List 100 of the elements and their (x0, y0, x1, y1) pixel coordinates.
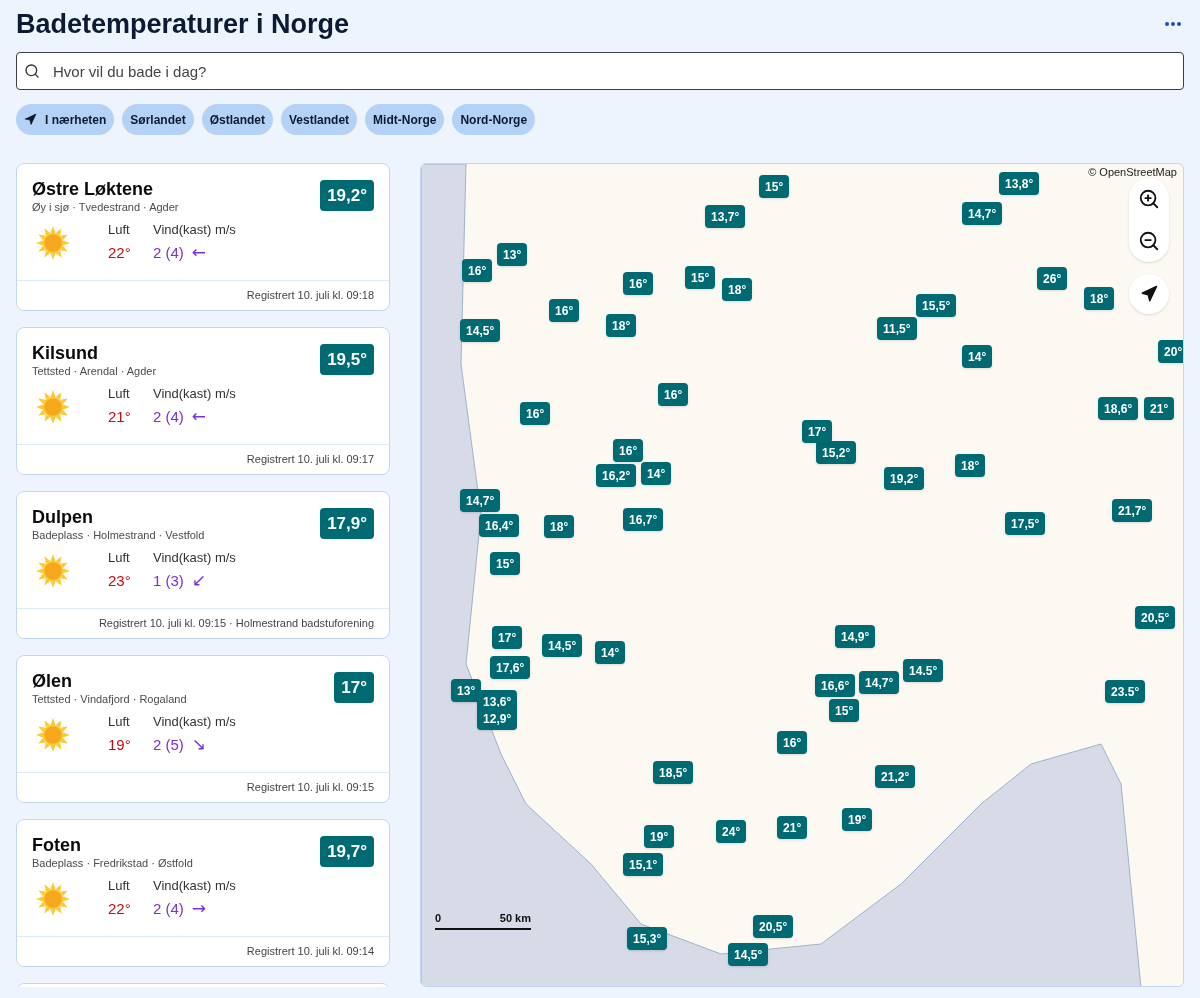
region-chip[interactable]: Midt-Norge (365, 104, 445, 135)
temperature-marker[interactable]: 15° (685, 266, 716, 289)
temperature-marker[interactable]: 18° (1084, 287, 1115, 310)
location-name: Foten (32, 834, 82, 856)
temperature-marker[interactable]: 12,9° (477, 707, 518, 730)
temperature-marker[interactable]: 21,2° (875, 765, 916, 788)
temperature-marker[interactable]: 14.5° (903, 659, 944, 682)
temperature-marker[interactable]: 19° (644, 825, 675, 848)
zoom-in-icon[interactable] (1138, 188, 1160, 210)
temperature-marker[interactable]: 21,7° (1112, 499, 1153, 522)
wind-label: Vind(kast) m/s (153, 385, 236, 403)
wind-arrow: ← (191, 408, 207, 426)
location-arrow-icon (24, 113, 37, 126)
wind-arrow: → (191, 900, 207, 918)
sun-icon (35, 717, 71, 753)
temperature-marker[interactable]: 16° (549, 299, 580, 322)
temperature-marker[interactable]: 14,5° (728, 943, 769, 966)
locate-button[interactable] (1129, 274, 1169, 314)
temperature-marker[interactable]: 13° (497, 243, 528, 266)
temperature-marker[interactable]: 16,7° (623, 508, 664, 531)
location-card[interactable]: Kilsund Tettsted · Arendal · Agder 19,5° Luft 21° Vind(kast) m/s 2 (4) ← Registrert 10. juli kl. 09:17 (16, 327, 391, 475)
temperature-marker[interactable]: 16° (462, 259, 493, 282)
more-options-icon[interactable] (1164, 21, 1182, 27)
temperature-marker[interactable]: 11,5° (877, 317, 917, 340)
temperature-marker[interactable]: 14° (641, 462, 672, 485)
temperature-marker[interactable]: 13° (451, 679, 482, 702)
temperature-marker[interactable]: 15° (829, 699, 860, 722)
temperature-marker[interactable]: 14° (962, 345, 993, 368)
temperature-marker[interactable]: 16° (777, 731, 808, 754)
air-temperature: 19° (108, 734, 132, 755)
water-temperature: 19,7° (320, 836, 375, 867)
search-field[interactable]: Hvor vil du bade i dag? (16, 52, 1184, 90)
temperature-marker[interactable]: 17,5° (1005, 512, 1046, 535)
temperature-marker[interactable]: 21° (777, 816, 808, 839)
location-card[interactable]: Ølen Tettsted · Vindafjord · Rogaland 17° Luft 19° Vind(kast) m/s 2 (5) ↘ Registrert 10. juli kl. 09:15 (16, 655, 391, 803)
temperature-marker[interactable]: 14,5° (542, 634, 583, 657)
air-temperature: 21° (108, 406, 132, 427)
region-chip[interactable]: Sørlandet (122, 104, 194, 135)
region-chip[interactable]: Nord-Norge (452, 104, 536, 135)
temperature-marker[interactable]: 13,8° (999, 172, 1040, 195)
temperature-marker[interactable]: 14,5° (460, 319, 501, 342)
temperature-marker[interactable]: 19,2° (884, 467, 925, 490)
temperature-marker[interactable]: 17° (492, 626, 523, 649)
location-name: Kilsund (32, 342, 99, 364)
temperature-marker[interactable]: 26° (1037, 267, 1068, 290)
region-chip[interactable]: Østlandet (201, 104, 274, 135)
map-attribution[interactable]: © OpenStreetMap (1086, 164, 1179, 181)
location-card[interactable]: Foten Badeplass · Fredrikstad · Østfold 19,7° Luft 22° Vind(kast) m/s 2 (4) → Registrert 10. juli kl. 09:14 (16, 819, 391, 967)
wind-speed: 2 (5) (153, 734, 184, 755)
location-card[interactable]: Østre Løktene Øy i sjø · Tvedestrand · Agder 19,2° Luft 22° Vind(kast) m/s 2 (4) ← Registrert 10. juli kl. 09:18 (16, 163, 391, 311)
wind-speed: 2 (4) (153, 898, 184, 919)
temperature-marker[interactable]: 16,4° (479, 514, 520, 537)
temperature-marker[interactable]: 20,5° (1135, 606, 1176, 629)
temperature-marker[interactable]: 16,6° (815, 674, 856, 697)
temperature-marker[interactable]: 23.5° (1105, 680, 1146, 703)
temperature-marker[interactable]: 18° (722, 278, 753, 301)
wind-arrow: ← (191, 244, 207, 262)
page-title: Badetemperaturer i Norge (16, 7, 350, 41)
temperature-marker[interactable]: 14,7° (460, 489, 501, 512)
temperature-marker[interactable]: 14,7° (962, 202, 1003, 225)
temperature-marker[interactable]: 16,2° (596, 464, 637, 487)
wind-speed: 2 (4) (153, 242, 184, 263)
wind-label: Vind(kast) m/s (153, 713, 236, 731)
temperature-marker[interactable]: 24° (716, 820, 747, 843)
map-background[interactable] (420, 163, 1184, 987)
temperature-marker[interactable]: 15° (490, 552, 521, 575)
water-temperature: 19,5° (320, 344, 375, 375)
temperature-marker[interactable]: 14,7° (859, 671, 900, 694)
temperature-marker[interactable]: 20° (1158, 340, 1183, 363)
location-card[interactable]: Dulpen Badeplass · Holmestrand · Vestfold 17,9° Luft 23° Vind(kast) m/s 1 (3) ↙ Registrert 10. juli kl. 09:15 · Holmestrand badstuforening (16, 491, 391, 639)
region-chip[interactable]: Vestlandet (281, 104, 358, 135)
temperature-marker[interactable]: 15,1° (623, 853, 664, 876)
temperature-marker[interactable]: 15,5° (916, 294, 957, 317)
location-arrow-icon (1140, 285, 1158, 303)
wind-arrow: ↙ (191, 572, 207, 590)
zoom-out-icon[interactable] (1138, 230, 1160, 252)
temperature-marker[interactable]: 18,6° (1098, 397, 1139, 420)
temperature-marker[interactable]: 21° (1144, 397, 1175, 420)
temperature-marker[interactable]: 15° (759, 175, 790, 198)
temperature-marker[interactable]: 17° (802, 420, 833, 443)
temperature-marker[interactable]: 15,2° (816, 441, 857, 464)
temperature-marker[interactable]: 18° (606, 314, 637, 337)
temperature-marker[interactable]: 18° (955, 454, 986, 477)
sun-icon (35, 553, 71, 589)
temperature-marker[interactable]: 18,5° (653, 761, 694, 784)
temperature-marker[interactable]: 16° (520, 402, 551, 425)
temperature-marker[interactable]: 15,3° (627, 927, 668, 950)
temperature-marker[interactable]: 14,9° (835, 625, 876, 648)
temperature-marker[interactable]: 20,5° (753, 915, 794, 938)
location-name: Dulpen (32, 506, 94, 528)
temperature-marker[interactable]: 16° (623, 272, 654, 295)
temperature-marker[interactable]: 17,6° (490, 656, 531, 679)
sun-icon (35, 881, 71, 917)
temperature-marker[interactable]: 19° (842, 808, 873, 831)
temperature-marker[interactable]: 16° (658, 383, 689, 406)
temperature-marker[interactable]: 16° (613, 439, 644, 462)
temperature-marker[interactable]: 18° (544, 515, 575, 538)
temperature-marker[interactable]: 14° (595, 641, 626, 664)
region-chip[interactable]: I nærheten (16, 104, 115, 135)
temperature-marker[interactable]: 13,7° (705, 205, 746, 228)
